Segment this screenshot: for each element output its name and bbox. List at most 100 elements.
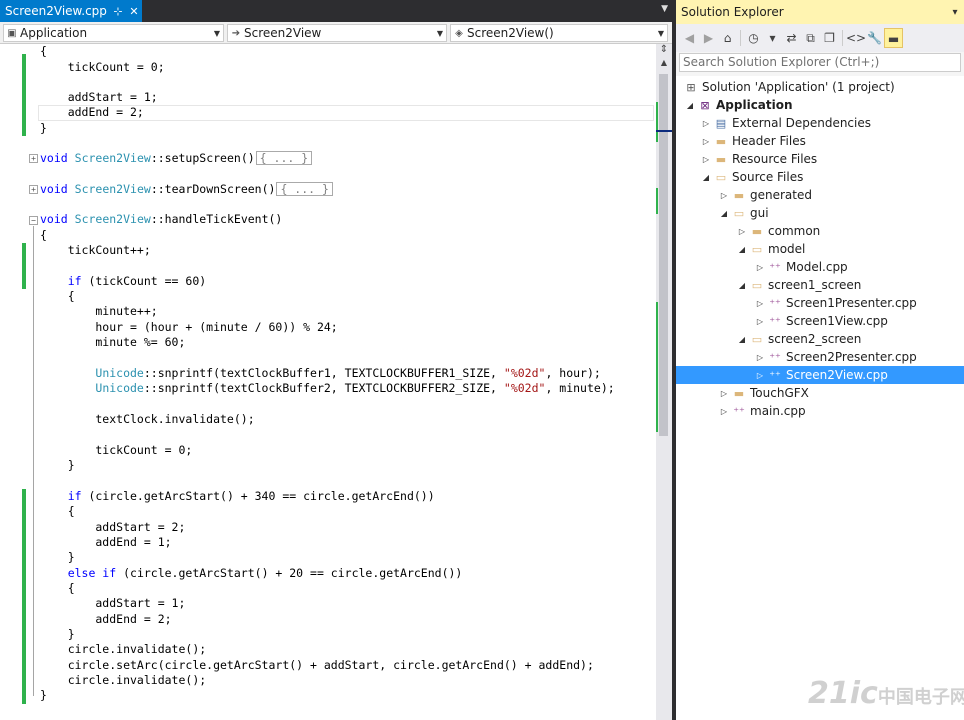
solution-icon: ⊞: [686, 80, 696, 94]
toolbar-separator: [740, 30, 741, 46]
tree-item-project[interactable]: ◢ ⊠ Application: [676, 96, 964, 114]
code-token: 0: [150, 60, 158, 74]
tree-item-label: Screen2Presenter.cpp: [786, 350, 917, 364]
sync-icon[interactable]: ⇄: [782, 28, 801, 48]
tree-item-label: screen1_screen: [768, 278, 862, 292]
tree-item-touchgfx[interactable]: ▷ ▬ TouchGFX: [676, 384, 964, 402]
tree-item-common[interactable]: ▷ ▬ common: [676, 222, 964, 240]
code-line: }: [40, 121, 47, 135]
tree-item-label: Model.cpp: [786, 260, 848, 274]
type-token: Screen2View: [74, 151, 151, 165]
split-window-icon[interactable]: ⇕: [656, 44, 672, 58]
close-tab-icon[interactable]: ✕: [126, 5, 142, 18]
outline-guide: [33, 226, 34, 696]
folder-icon: ▬: [715, 152, 727, 166]
collapsed-region[interactable]: { ... }: [255, 151, 313, 165]
tree-item-external-dependencies[interactable]: ▷ ▤ External Dependencies: [676, 114, 964, 132]
preview-selected-items-icon[interactable]: ▬: [884, 28, 903, 48]
code-line: {: [40, 581, 75, 595]
collapse-arrow-icon[interactable]: ◢: [736, 281, 748, 290]
expand-arrow-icon[interactable]: ▷: [754, 317, 766, 326]
show-all-files-icon[interactable]: ❐: [820, 28, 839, 48]
chevron-down-icon[interactable]: ▾: [946, 7, 964, 18]
watermark-suffix: 中国电子网: [877, 687, 964, 708]
tree-item-label: gui: [750, 206, 769, 220]
home-icon[interactable]: ⌂: [718, 28, 737, 48]
collapse-all-icon[interactable]: ⧉: [801, 28, 820, 48]
solution-explorer-search-input[interactable]: Search Solution Explorer (Ctrl+;): [679, 53, 961, 72]
code-line: {: [40, 289, 75, 303]
tab-list-dropdown-icon[interactable]: ▼: [661, 4, 668, 14]
code-text-area[interactable]: + + − { tickCount = 0; addStart = 1; add…: [0, 44, 656, 720]
tree-item-screen1view-cpp[interactable]: ▷ ⁺⁺ Screen1View.cpp: [676, 312, 964, 330]
collapse-outline-icon[interactable]: −: [29, 216, 38, 225]
collapsed-region[interactable]: { ... }: [276, 182, 333, 196]
expand-arrow-icon[interactable]: ▷: [754, 299, 766, 308]
tree-item-screen1presenter-cpp[interactable]: ▷ ⁺⁺ Screen1Presenter.cpp: [676, 294, 964, 312]
collapse-arrow-icon[interactable]: ◢: [718, 209, 730, 218]
change-marker: [656, 188, 658, 214]
code-token: (circle.getArcStart() + 340 == circle.ge…: [81, 489, 435, 503]
expand-arrow-icon[interactable]: ▷: [700, 137, 712, 146]
tab-label: Screen2View.cpp: [5, 4, 107, 18]
tree-item-resource-files[interactable]: ▷ ▬ Resource Files: [676, 150, 964, 168]
view-code-icon[interactable]: <>: [846, 28, 866, 48]
project-dropdown[interactable]: ▣ Application ▼: [3, 24, 224, 42]
vertical-scrollbar[interactable]: ⇕ ▲: [656, 44, 672, 720]
collapse-arrow-icon[interactable]: ◢: [736, 335, 748, 344]
code-token: (circle.getArcStart() + 20 == circle.get…: [116, 566, 463, 580]
tree-item-gui[interactable]: ◢ ▭ gui: [676, 204, 964, 222]
collapse-arrow-icon[interactable]: ◢: [700, 173, 712, 182]
expand-arrow-icon[interactable]: ▷: [718, 389, 730, 398]
tree-item-screen2-screen[interactable]: ◢ ▭ screen2_screen: [676, 330, 964, 348]
code-editor-pane: Screen2View.cpp ⊹ ✕ ▼ ▣ Application ▼ ➔ …: [0, 0, 672, 720]
tab-screen2view-cpp[interactable]: Screen2View.cpp ⊹ ✕: [0, 0, 142, 22]
expand-arrow-icon[interactable]: ▷: [718, 407, 730, 416]
scrollbar-thumb[interactable]: [659, 74, 668, 436]
code-line: circle.invalidate();: [40, 673, 207, 687]
expand-arrow-icon[interactable]: ▷: [754, 353, 766, 362]
expand-arrow-icon[interactable]: ▷: [700, 155, 712, 164]
code-line: if (tickCount == 60): [40, 274, 206, 289]
chevron-down-icon[interactable]: ▾: [763, 28, 782, 48]
tree-item-solution[interactable]: ⊞ Solution 'Application' (1 project): [676, 78, 964, 96]
tree-item-screen1-screen[interactable]: ◢ ▭ screen1_screen: [676, 276, 964, 294]
tree-item-label: Resource Files: [732, 152, 818, 166]
properties-wrench-icon[interactable]: 🔧: [865, 28, 884, 48]
expand-arrow-icon[interactable]: ▷: [736, 227, 748, 236]
tree-item-model[interactable]: ◢ ▭ model: [676, 240, 964, 258]
forward-icon[interactable]: ▶: [699, 28, 718, 48]
code-line: minute %= 60;: [40, 335, 186, 349]
expand-arrow-icon[interactable]: ▷: [718, 191, 730, 200]
tree-item-source-files[interactable]: ◢ ▭ Source Files: [676, 168, 964, 186]
tree-item-generated[interactable]: ▷ ▬ generated: [676, 186, 964, 204]
tree-item-label: Header Files: [732, 134, 806, 148]
collapse-arrow-icon[interactable]: ◢: [736, 245, 748, 254]
collapse-arrow-icon[interactable]: ◢: [684, 101, 696, 110]
code-line: }: [40, 627, 75, 641]
expand-outline-icon[interactable]: +: [29, 154, 38, 163]
solution-tree: ⊞ Solution 'Application' (1 project) ◢ ⊠…: [676, 76, 964, 720]
tree-item-header-files[interactable]: ▷ ▬ Header Files: [676, 132, 964, 150]
tree-item-label: Screen2View.cpp: [786, 368, 888, 382]
tree-item-main-cpp[interactable]: ▷ ⁺⁺ main.cpp: [676, 402, 964, 420]
scroll-up-icon[interactable]: ▲: [656, 58, 672, 70]
tree-item-screen2presenter-cpp[interactable]: ▷ ⁺⁺ Screen2Presenter.cpp: [676, 348, 964, 366]
pin-tab-icon[interactable]: ⊹: [110, 5, 126, 18]
expand-outline-icon[interactable]: +: [29, 185, 38, 194]
cpp-file-icon: ⁺⁺: [733, 404, 745, 418]
expand-arrow-icon[interactable]: ▷: [700, 119, 712, 128]
type-token: Screen2View: [74, 212, 151, 226]
chevron-down-icon: ▼: [657, 28, 665, 38]
code-token: ::snprintf(textClockBuffer2, TEXTCLOCKBU…: [143, 381, 504, 395]
expand-arrow-icon[interactable]: ▷: [754, 371, 766, 380]
member-dropdown[interactable]: ◈ Screen2View() ▼: [450, 24, 668, 42]
pending-changes-filter-icon[interactable]: ◷: [744, 28, 763, 48]
folder-icon: ▬: [751, 224, 763, 238]
tree-item-model-cpp[interactable]: ▷ ⁺⁺ Model.cpp: [676, 258, 964, 276]
expand-arrow-icon[interactable]: ▷: [754, 263, 766, 272]
class-dropdown[interactable]: ➔ Screen2View ▼: [227, 24, 447, 42]
tree-item-screen2view-cpp[interactable]: ▷ ⁺⁺ Screen2View.cpp: [676, 366, 964, 384]
back-icon[interactable]: ◀: [680, 28, 699, 48]
change-marker: [656, 102, 658, 142]
